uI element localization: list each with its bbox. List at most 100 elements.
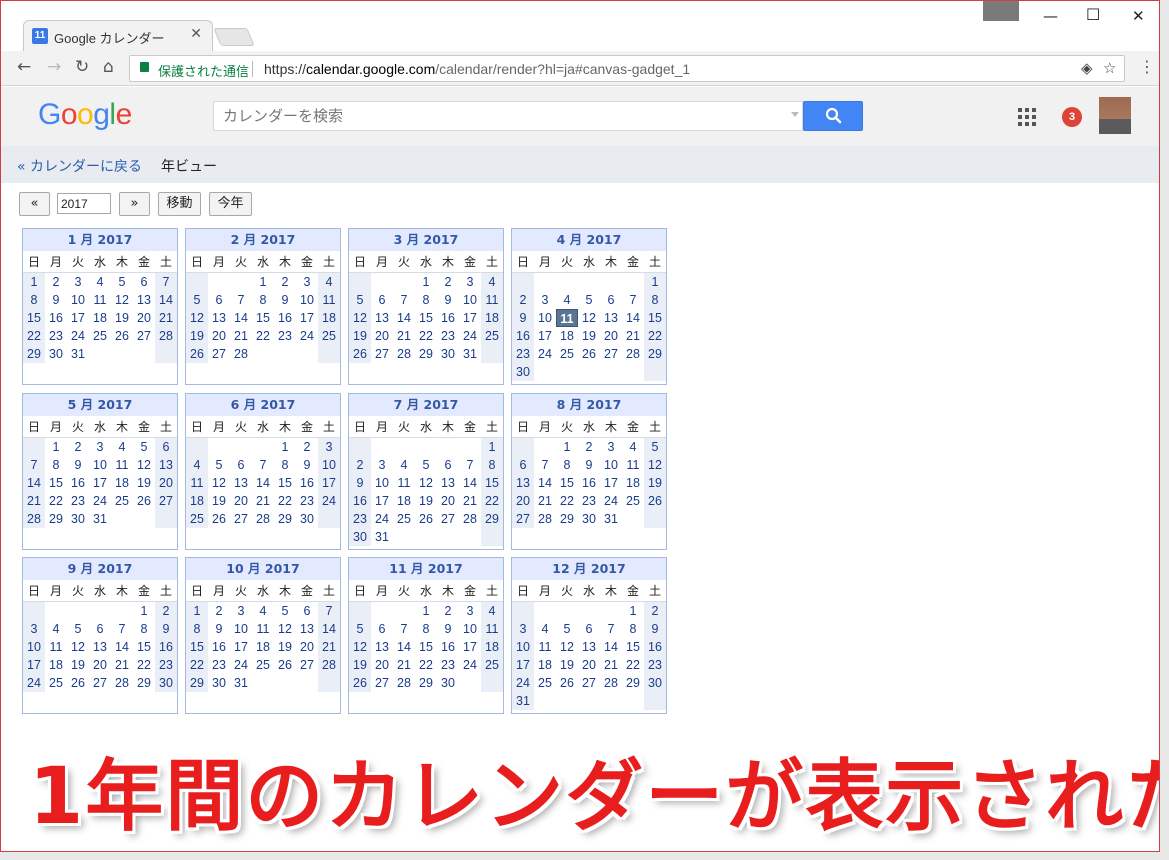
day-cell[interactable]: 27: [133, 327, 155, 345]
day-cell[interactable]: 5: [578, 291, 600, 309]
day-cell[interactable]: 18: [111, 474, 133, 492]
day-cell[interactable]: 28: [393, 345, 415, 363]
day-cell[interactable]: 8: [644, 291, 666, 309]
day-cell[interactable]: 9: [208, 620, 230, 638]
day-cell[interactable]: 4: [534, 620, 556, 638]
day-cell[interactable]: 27: [155, 492, 177, 510]
day-cell[interactable]: 24: [23, 674, 45, 692]
day-cell[interactable]: 2: [45, 273, 67, 291]
day-cell[interactable]: 16: [296, 474, 318, 492]
day-cell[interactable]: 7: [230, 291, 252, 309]
day-cell[interactable]: 8: [45, 456, 67, 474]
day-cell[interactable]: 20: [208, 327, 230, 345]
month-title[interactable]: 9 月 2017: [23, 558, 177, 580]
day-cell[interactable]: 25: [318, 327, 340, 345]
day-cell[interactable]: 28: [393, 674, 415, 692]
day-cell[interactable]: 1: [274, 438, 296, 456]
day-cell[interactable]: 10: [459, 291, 481, 309]
day-cell[interactable]: 1: [415, 273, 437, 291]
day-cell[interactable]: 22: [622, 656, 644, 674]
day-cell[interactable]: 1: [622, 602, 644, 620]
prev-year-button[interactable]: «: [19, 192, 50, 216]
day-cell[interactable]: 26: [578, 345, 600, 363]
day-cell[interactable]: 9: [437, 620, 459, 638]
day-cell[interactable]: 17: [512, 656, 534, 674]
day-cell[interactable]: 1: [186, 602, 208, 620]
day-cell[interactable]: 5: [133, 438, 155, 456]
day-cell[interactable]: 5: [415, 456, 437, 474]
day-cell[interactable]: 15: [23, 309, 45, 327]
this-year-button[interactable]: 今年: [209, 192, 252, 216]
day-cell[interactable]: 14: [393, 309, 415, 327]
day-cell[interactable]: 12: [349, 309, 371, 327]
day-cell[interactable]: 10: [230, 620, 252, 638]
day-cell[interactable]: 6: [155, 438, 177, 456]
day-cell[interactable]: 15: [45, 474, 67, 492]
day-cell[interactable]: 16: [512, 327, 534, 345]
day-cell[interactable]: 23: [437, 327, 459, 345]
day-cell[interactable]: 27: [230, 510, 252, 528]
day-cell[interactable]: 10: [512, 638, 534, 656]
day-cell[interactable]: 12: [644, 456, 666, 474]
day-cell[interactable]: 28: [111, 674, 133, 692]
day-cell[interactable]: 23: [208, 656, 230, 674]
day-cell[interactable]: 10: [459, 620, 481, 638]
day-cell[interactable]: 27: [371, 345, 393, 363]
day-cell[interactable]: 5: [556, 620, 578, 638]
day-cell[interactable]: 17: [296, 309, 318, 327]
day-cell[interactable]: 4: [481, 602, 503, 620]
day-cell[interactable]: 6: [208, 291, 230, 309]
day-cell[interactable]: 4: [622, 438, 644, 456]
day-cell[interactable]: 12: [274, 620, 296, 638]
day-cell[interactable]: 20: [89, 656, 111, 674]
month-title[interactable]: 3 月 2017: [349, 229, 503, 251]
day-cell[interactable]: 31: [371, 528, 393, 546]
day-cell[interactable]: 5: [208, 456, 230, 474]
day-cell[interactable]: 20: [371, 656, 393, 674]
day-cell[interactable]: 4: [556, 291, 578, 309]
day-cell[interactable]: 24: [371, 510, 393, 528]
day-cell[interactable]: 13: [155, 456, 177, 474]
day-cell[interactable]: 2: [644, 602, 666, 620]
day-cell[interactable]: 28: [600, 674, 622, 692]
month-title[interactable]: 8 月 2017: [512, 394, 666, 416]
day-cell[interactable]: 20: [133, 309, 155, 327]
day-cell[interactable]: 13: [89, 638, 111, 656]
day-cell[interactable]: 27: [437, 510, 459, 528]
profile-chip-icon[interactable]: [983, 1, 1019, 21]
day-cell[interactable]: 3: [512, 620, 534, 638]
day-cell[interactable]: 11: [534, 638, 556, 656]
day-cell[interactable]: 9: [155, 620, 177, 638]
day-cell[interactable]: 8: [415, 620, 437, 638]
day-cell[interactable]: 20: [578, 656, 600, 674]
day-cell[interactable]: 22: [252, 327, 274, 345]
day-cell[interactable]: 26: [67, 674, 89, 692]
day-cell[interactable]: 2: [274, 273, 296, 291]
star-icon[interactable]: ☆: [1103, 59, 1116, 77]
day-cell[interactable]: 28: [534, 510, 556, 528]
day-cell[interactable]: 21: [459, 492, 481, 510]
day-cell[interactable]: 23: [644, 656, 666, 674]
next-year-button[interactable]: »: [119, 192, 150, 216]
day-cell[interactable]: 4: [89, 273, 111, 291]
day-cell[interactable]: 12: [208, 474, 230, 492]
day-cell[interactable]: 18: [89, 309, 111, 327]
day-cell[interactable]: 30: [45, 345, 67, 363]
day-cell[interactable]: 19: [186, 327, 208, 345]
day-cell[interactable]: 26: [349, 674, 371, 692]
day-cell[interactable]: 3: [67, 273, 89, 291]
day-cell[interactable]: 10: [534, 309, 556, 327]
day-cell[interactable]: 26: [133, 492, 155, 510]
day-cell[interactable]: 14: [23, 474, 45, 492]
month-title[interactable]: 1 月 2017: [23, 229, 177, 251]
day-cell[interactable]: 2: [67, 438, 89, 456]
day-cell[interactable]: 22: [556, 492, 578, 510]
day-cell[interactable]: 10: [67, 291, 89, 309]
day-cell[interactable]: 4: [252, 602, 274, 620]
day-cell[interactable]: 11: [45, 638, 67, 656]
day-cell[interactable]: 18: [481, 638, 503, 656]
day-cell[interactable]: 13: [600, 309, 622, 327]
day-cell[interactable]: 17: [459, 309, 481, 327]
day-cell[interactable]: 17: [89, 474, 111, 492]
home-icon[interactable]: ⌂: [103, 57, 114, 77]
